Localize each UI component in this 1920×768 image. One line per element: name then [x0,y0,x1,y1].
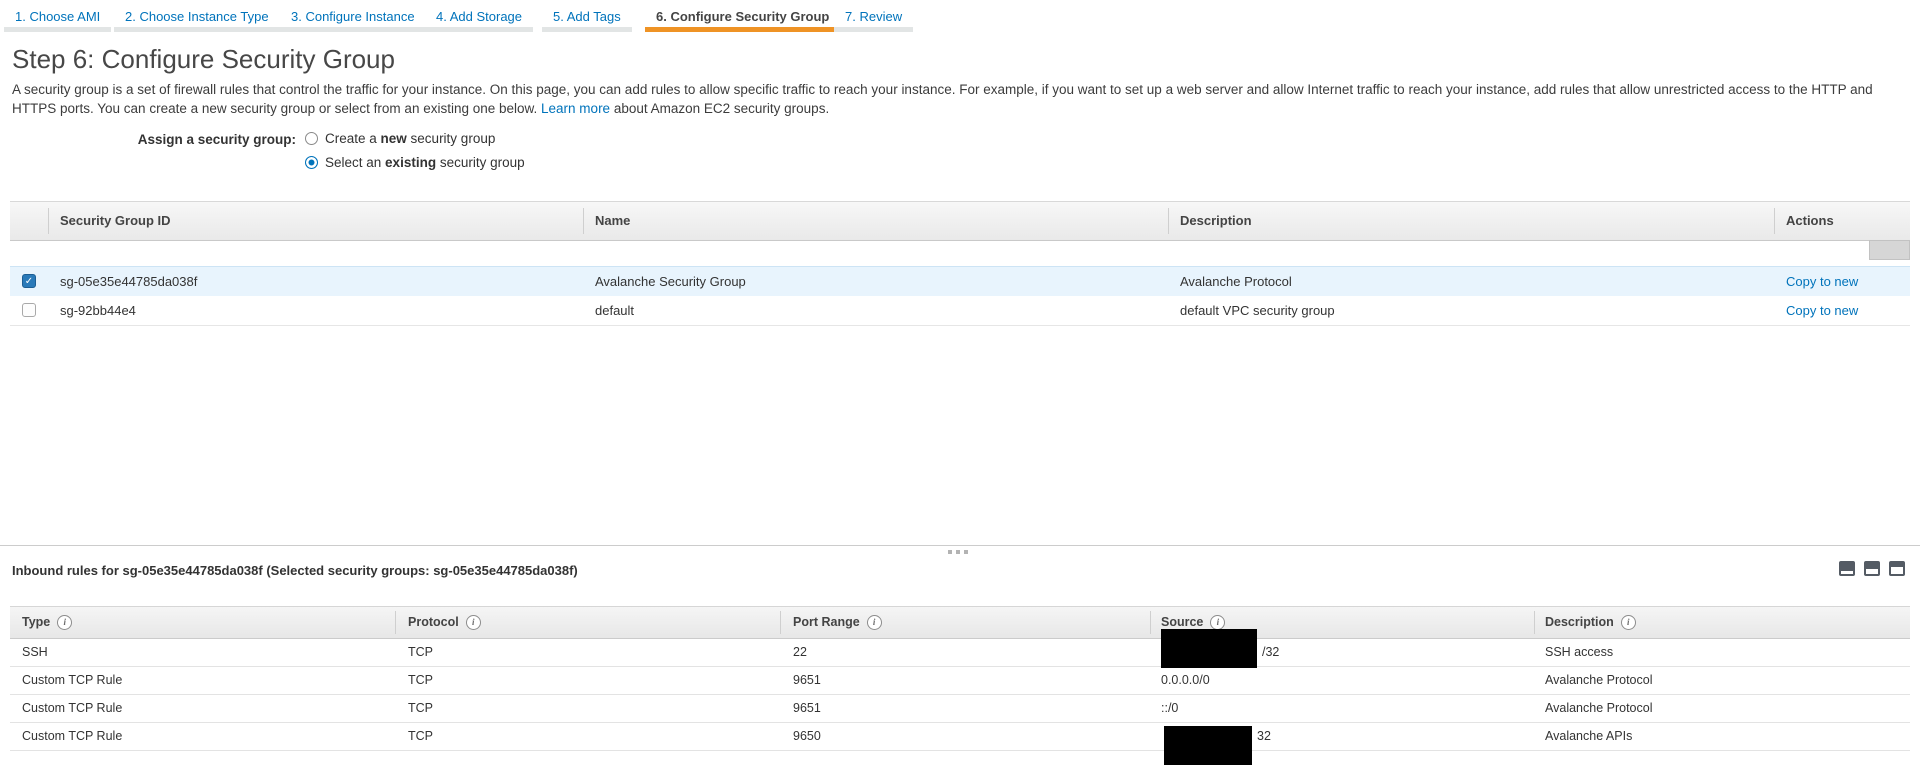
column-header-type: Typei [22,607,72,638]
column-header-actions: Actions [1786,202,1834,240]
column-divider [1168,208,1169,234]
option-text: security group [436,155,525,170]
tab-choose-ami[interactable]: 1. Choose AMI [15,9,100,24]
inbound-rule-row: SSH TCP 22 /32 SSH access [10,638,1910,667]
security-group-id: sg-05e35e44785da038f [60,267,197,296]
rule-description: Avalanche APIs [1545,722,1632,750]
pane-half-icon[interactable] [1864,561,1880,576]
rule-description: Avalanche Protocol [1545,694,1652,722]
tab-add-tags[interactable]: 5. Add Tags [553,9,621,24]
column-divider [1774,208,1775,234]
security-group-table-header: Security Group ID Name Description Actio… [10,201,1910,241]
page-description: A security group is a set of firewall ru… [12,80,1890,118]
option-text: security group [407,131,496,146]
security-group-id: sg-92bb44e4 [60,296,136,325]
tab-add-storage[interactable]: 4. Add Storage [436,9,522,24]
option-text: Select an [325,155,385,170]
column-header-description[interactable]: Description [1180,202,1252,240]
security-group-description: Avalanche Protocol [1180,267,1292,296]
scrollbar-thumb[interactable] [1869,240,1910,260]
rule-source: /32 [1161,638,1279,666]
rule-description: SSH access [1545,638,1613,666]
inbound-table-header: Typei Protocoli Port Rangei Sourcei Desc… [10,606,1910,639]
checkbox-checked-icon[interactable]: ✓ [22,274,36,288]
column-header-port-range: Port Range i [793,607,882,638]
resize-handle[interactable] [948,550,974,555]
table-row[interactable]: sg-92bb44e4 default default VPC security… [10,296,1910,326]
rule-protocol: TCP [408,666,433,694]
rule-type: Custom TCP Rule [22,694,122,722]
rule-port: 9651 [793,666,821,694]
info-icon[interactable]: i [57,615,72,630]
column-divider [1534,611,1535,634]
column-header-description: Description i [1545,607,1636,638]
description-text: A security group is a set of firewall ru… [12,82,1873,116]
column-divider [1150,611,1151,634]
rule-port: 22 [793,638,807,666]
rule-protocol: TCP [408,638,433,666]
rule-port: 9650 [793,722,821,750]
info-icon[interactable]: i [1621,615,1636,630]
radio-create-new-group[interactable]: Create a new security group [305,131,495,146]
column-divider [395,611,396,634]
tab-configure-instance[interactable]: 3. Configure Instance [291,9,415,24]
radio-unselected-icon[interactable] [305,132,318,145]
rule-source: 32 [1161,722,1271,750]
column-divider [48,208,49,234]
rule-source: 0.0.0.0/0 [1161,666,1210,694]
security-group-name: Avalanche Security Group [595,267,746,296]
header-label: Protocol [408,615,459,629]
page-title: Step 6: Configure Security Group [12,44,395,75]
inbound-rule-row: Custom TCP Rule TCP 9650 32 Avalanche AP… [10,722,1910,751]
rule-protocol: TCP [408,694,433,722]
column-header-name[interactable]: Name [595,202,630,240]
header-label: Port Range [793,615,860,629]
description-suffix: about Amazon EC2 security groups. [610,101,829,116]
inbound-rules-title: Inbound rules for sg-05e35e44785da038f (… [12,563,578,578]
rule-type: Custom TCP Rule [22,722,122,750]
rule-protocol: TCP [408,722,433,750]
info-icon[interactable]: i [466,615,481,630]
security-group-description: default VPC security group [1180,296,1335,325]
info-icon[interactable]: i [867,615,882,630]
checkbox-unchecked-icon[interactable] [22,303,36,317]
table-row-selected[interactable]: ✓ sg-05e35e44785da038f Avalanche Securit… [10,266,1910,297]
assign-security-group-label: Assign a security group: [0,132,296,147]
rule-source: ::/0 [1161,694,1178,722]
option-text: Create a [325,131,381,146]
rule-port: 9651 [793,694,821,722]
tab-configure-security-group[interactable]: 6. Configure Security Group [656,9,829,24]
inbound-rule-row: Custom TCP Rule TCP 9651 ::/0 Avalanche … [10,694,1910,723]
option-text-bold: new [381,131,407,146]
tab-choose-instance-type[interactable]: 2. Choose Instance Type [125,9,269,24]
rule-type: SSH [22,638,48,666]
info-icon[interactable]: i [1210,615,1225,630]
copy-to-new-link[interactable]: Copy to new [1786,267,1858,296]
rule-source-text: 32 [1257,722,1271,750]
redaction-box [1164,726,1252,765]
copy-to-new-link[interactable]: Copy to new [1786,296,1858,325]
column-divider [583,208,584,234]
pane-divider [0,545,1920,546]
column-header-protocol: Protocol i [408,607,481,638]
tab-review[interactable]: 7. Review [845,9,902,24]
radio-selected-icon[interactable] [305,156,318,169]
rule-type: Custom TCP Rule [22,666,122,694]
column-header-security-group-id[interactable]: Security Group ID [60,202,171,240]
header-label: Source [1161,615,1203,629]
rule-description: Avalanche Protocol [1545,666,1652,694]
rule-source-text: /32 [1262,638,1279,666]
radio-select-existing-group[interactable]: Select an existing security group [305,155,525,170]
learn-more-link[interactable]: Learn more [541,101,610,116]
pane-expand-icon[interactable] [1889,561,1905,576]
header-label: Type [22,615,50,629]
pane-collapse-icon[interactable] [1839,561,1855,576]
redaction-box [1161,629,1257,668]
wizard-tab-bar: 1. Choose AMI 2. Choose Instance Type 3.… [0,0,1920,38]
header-label: Description [1545,615,1614,629]
inbound-rule-row: Custom TCP Rule TCP 9651 0.0.0.0/0 Avala… [10,666,1910,695]
column-divider [780,611,781,634]
option-text-bold: existing [385,155,436,170]
security-group-name: default [595,296,634,325]
